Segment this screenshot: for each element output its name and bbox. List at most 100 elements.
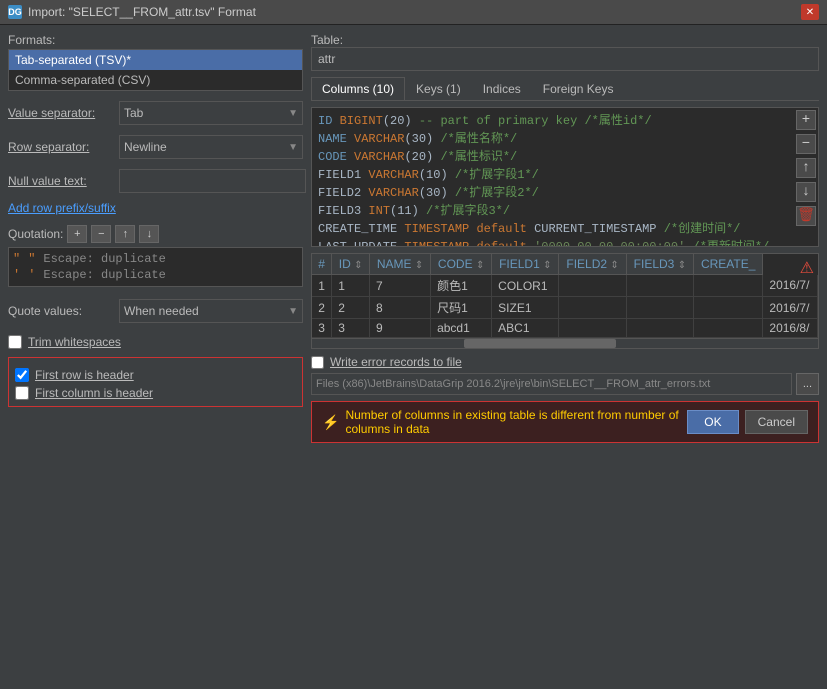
quote-row-0: " " Escape: duplicate [13, 251, 298, 267]
cell-f2-2 [626, 297, 693, 319]
cell-id-1: 1 [332, 275, 370, 297]
formats-list: Tab-separated (TSV)* Comma-separated (CS… [8, 49, 303, 91]
table-row: 1 1 7 颜色1 COLOR1 2016/7/ [312, 275, 818, 297]
sql-add-btn[interactable]: + [796, 110, 816, 130]
sql-remove-btn[interactable]: − [796, 134, 816, 154]
sql-delete-btn[interactable]: 🗑 [796, 206, 816, 226]
quote-values-combo[interactable]: When needed ▼ [119, 299, 303, 323]
trim-whitespaces-label: Trim whitespaces [28, 335, 121, 349]
cell-id-val-2: 8 [369, 297, 430, 319]
null-value-label: Null value text: [8, 174, 113, 188]
cell-name-2: 尺码1 [431, 297, 492, 319]
add-row-prefix-link[interactable]: Add row prefix/suffix [8, 201, 303, 215]
error-text: ⚡ Number of columns in existing table is… [322, 408, 679, 436]
cell-f2-3 [626, 319, 693, 338]
sql-editor[interactable]: + − ↑ ↓ 🗑 ID BIGINT(20) -- part of prima… [311, 107, 819, 247]
first-column-header-label: First column is header [35, 386, 153, 400]
row-separator-combo[interactable]: Newline ▼ [119, 135, 303, 159]
cell-id-2: 2 [332, 297, 370, 319]
quotation-add-btn[interactable]: + [67, 225, 87, 243]
cell-name-1: 颜色1 [431, 275, 492, 297]
title-bar: DG Import: "SELECT__FROM_attr.tsv" Forma… [0, 0, 827, 25]
lightning-icon: ⚡ [322, 414, 339, 431]
quote-row-1: ' ' Escape: duplicate [13, 267, 298, 283]
cell-code-3: ABC1 [492, 319, 559, 338]
write-error-checkbox[interactable] [311, 356, 324, 369]
cell-f1-2 [559, 297, 626, 319]
quotation-remove-btn[interactable]: − [91, 225, 111, 243]
tab-indices[interactable]: Indices [472, 77, 532, 100]
col-field3: FIELD3 ⇕ [626, 254, 693, 275]
ok-button[interactable]: OK [687, 410, 738, 434]
row-separator-arrow: ▼ [288, 142, 298, 153]
cell-f2-1 [626, 275, 693, 297]
sql-line-4: FIELD1 VARCHAR(10) /*扩展字段1*/ [318, 166, 812, 184]
close-button[interactable]: ✕ [801, 4, 819, 20]
first-row-header-checkbox[interactable] [15, 368, 29, 382]
value-separator-combo[interactable]: Tab ▼ [119, 101, 303, 125]
cell-f1-1 [559, 275, 626, 297]
sql-up-btn[interactable]: ↑ [796, 158, 816, 178]
warning-icon: ⚠ [800, 258, 814, 278]
data-table: # ID ⇕ NAME ⇕ CODE ⇕ FIELD1 ⇕ FIELD2 ⇕ F… [312, 254, 818, 338]
tab-columns[interactable]: Columns (10) [311, 77, 405, 100]
sql-line-2: NAME VARCHAR(30) /*属性名称*/ [318, 130, 812, 148]
value-separator-arrow: ▼ [288, 108, 298, 119]
quote-values-arrow: ▼ [288, 306, 298, 317]
right-panel: Table: Columns (10) Keys (1) Indices For… [311, 33, 819, 681]
col-hash: # [312, 254, 332, 275]
table-row: 3 3 9 abcd1 ABC1 2016/8/ [312, 319, 818, 338]
browse-button[interactable]: ... [796, 373, 819, 395]
cell-id-val-1: 7 [369, 275, 430, 297]
format-tsv[interactable]: Tab-separated (TSV)* [9, 50, 302, 70]
first-column-header-checkbox[interactable] [15, 386, 29, 400]
row-num-1: 1 [312, 275, 332, 297]
sql-down-btn[interactable]: ↓ [796, 182, 816, 202]
horizontal-scrollbar[interactable] [312, 338, 818, 348]
null-value-input[interactable] [119, 169, 306, 193]
cell-f3-1 [694, 275, 763, 297]
tab-foreign-keys[interactable]: Foreign Keys [532, 77, 625, 100]
cell-f3-2 [694, 297, 763, 319]
table-label: Table: [311, 33, 819, 47]
app-icon: DG [8, 5, 22, 19]
cell-f1-3 [559, 319, 626, 338]
format-csv[interactable]: Comma-separated (CSV) [9, 70, 302, 90]
cell-name-3: abcd1 [431, 319, 492, 338]
sql-line-5: FIELD2 VARCHAR(30) /*扩展字段2*/ [318, 184, 812, 202]
formats-label: Formats: [8, 33, 303, 47]
row-num-3: 3 [312, 319, 332, 338]
dialog-title: Import: "SELECT__FROM_attr.tsv" Format [28, 5, 256, 19]
data-table-container: ⚠ # ID ⇕ NAME ⇕ CODE ⇕ FIELD1 ⇕ FIELD2 ⇕… [311, 253, 819, 349]
error-file-input[interactable] [311, 373, 792, 395]
write-error-label: Write error records to file [330, 355, 462, 369]
cell-code-1: COLOR1 [492, 275, 559, 297]
cell-code-2: SIZE1 [492, 297, 559, 319]
bottom-section: Write error records to file ... [311, 355, 819, 395]
col-create: CREATE_ [694, 254, 763, 275]
table-header-row: # ID ⇕ NAME ⇕ CODE ⇕ FIELD1 ⇕ FIELD2 ⇕ F… [312, 254, 818, 275]
cell-f3-3 [694, 319, 763, 338]
quotation-up-btn[interactable]: ↑ [115, 225, 135, 243]
sql-line-6: FIELD3 INT(11) /*扩展字段3*/ [318, 202, 812, 220]
table-name-input[interactable] [311, 47, 819, 71]
row-num-2: 2 [312, 297, 332, 319]
col-field2: FIELD2 ⇕ [559, 254, 626, 275]
tabs-bar: Columns (10) Keys (1) Indices Foreign Ke… [311, 77, 819, 101]
value-separator-label: Value separator: [8, 106, 113, 120]
cancel-button[interactable]: Cancel [745, 410, 808, 434]
dialog-buttons: OK Cancel [687, 410, 808, 434]
error-message: Number of columns in existing table is d… [345, 408, 679, 436]
sql-line-3: CODE VARCHAR(20) /*属性标识*/ [318, 148, 812, 166]
sql-line-1: ID BIGINT(20) -- part of primary key /*属… [318, 112, 812, 130]
row-separator-label: Row separator: [8, 140, 113, 154]
cell-create-2: 2016/7/ [763, 297, 818, 319]
trim-whitespaces-checkbox[interactable] [8, 335, 22, 349]
first-row-header-label: First row is header [35, 368, 134, 382]
cell-create-3: 2016/8/ [763, 319, 818, 338]
left-panel: Formats: Tab-separated (TSV)* Comma-sepa… [8, 33, 303, 681]
sql-line-8: LAST_UPDATE TIMESTAMP default '0000-00-0… [318, 238, 812, 247]
tab-keys[interactable]: Keys (1) [405, 77, 472, 100]
cell-id-val-3: 9 [369, 319, 430, 338]
quotation-down-btn[interactable]: ↓ [139, 225, 159, 243]
